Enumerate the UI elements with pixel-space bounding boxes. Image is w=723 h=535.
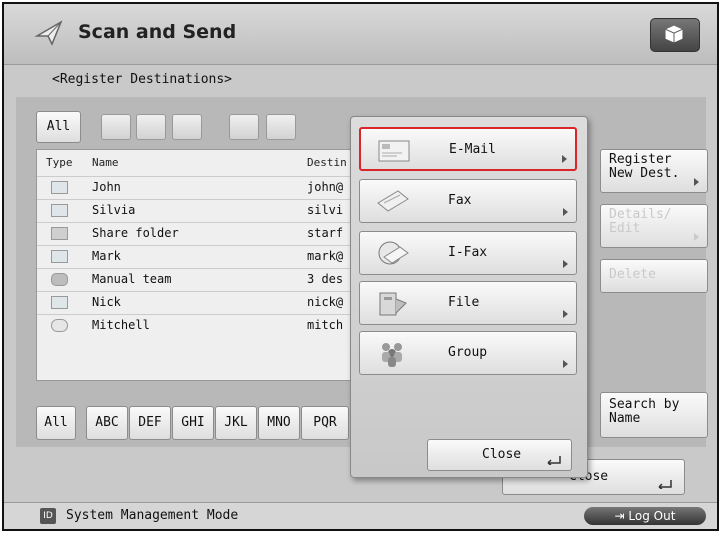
group-icon [51, 273, 68, 286]
filter-file-icon[interactable] [229, 114, 259, 140]
chevron-right-icon [694, 178, 699, 186]
main-menu-button[interactable] [650, 18, 700, 52]
status-bar: ID System Management Mode ⇥ Log Out [4, 502, 717, 529]
table-row[interactable]: Silvia silvi [37, 199, 355, 222]
send-icon [34, 20, 63, 46]
chevron-right-icon [563, 260, 568, 268]
alpha-tab-def[interactable]: DEF [129, 406, 171, 440]
column-type: Type [46, 156, 73, 169]
title-bar: Scan and Send [4, 4, 717, 65]
logout-button[interactable]: ⇥ Log Out [584, 507, 706, 525]
chevron-right-icon [562, 155, 567, 163]
filter-fax-icon[interactable] [136, 114, 166, 140]
email-icon [51, 296, 68, 309]
chevron-right-icon [694, 233, 699, 241]
email-icon [378, 140, 410, 162]
email-icon [51, 250, 68, 263]
filter-ifax-icon[interactable] [172, 114, 202, 140]
register-new-dest-button[interactable]: Register New Dest. [600, 149, 708, 193]
popup-fax-button[interactable]: Fax [359, 179, 577, 223]
alpha-tab-mno[interactable]: MNO [258, 406, 300, 440]
destination-type-popup: E-Mail Fax I-Fax File Group Close [350, 116, 588, 478]
alpha-tab-all[interactable]: All [36, 406, 76, 440]
popup-close-button[interactable]: Close [427, 439, 572, 471]
file-icon [51, 227, 68, 240]
file-icon [379, 292, 407, 316]
alpha-tab-pqr[interactable]: PQR [301, 406, 349, 440]
filter-group-icon[interactable] [266, 114, 296, 140]
logout-icon: ⇥ [614, 509, 629, 523]
table-row[interactable]: John john@ [37, 176, 355, 199]
table-row[interactable]: Manual team 3 des [37, 268, 355, 291]
chevron-right-icon [563, 208, 568, 216]
table-row[interactable]: Nick nick@ [37, 291, 355, 314]
table-row[interactable]: Share folder starf [37, 222, 355, 245]
chevron-right-icon [563, 310, 568, 318]
fax-icon [377, 190, 409, 212]
ifax-icon [378, 241, 409, 265]
enter-icon [547, 456, 561, 465]
cube-icon [665, 25, 683, 43]
column-name: Name [92, 156, 119, 169]
filter-all-button[interactable]: All [36, 111, 81, 143]
page-title: Scan and Send [78, 21, 237, 43]
group-icon [382, 343, 402, 367]
ifax-icon [51, 319, 68, 332]
app-window: Scan and Send <Register Destinations> Al… [2, 2, 719, 531]
breadcrumb: <Register Destinations> [52, 72, 233, 87]
popup-file-button[interactable]: File [359, 281, 577, 325]
id-icon: ID [40, 508, 56, 524]
details-edit-button[interactable]: Details/ Edit [600, 204, 708, 248]
popup-group-button[interactable]: Group [359, 331, 577, 375]
alpha-tab-abc[interactable]: ABC [86, 406, 128, 440]
email-icon [51, 204, 68, 217]
filter-email-icon[interactable] [101, 114, 131, 140]
mode-label: System Management Mode [66, 508, 239, 523]
email-icon [51, 181, 68, 194]
table-row[interactable]: Mitchell mitch [37, 314, 355, 337]
column-destination: Destin [307, 156, 347, 169]
chevron-right-icon [563, 360, 568, 368]
enter-icon [658, 480, 672, 489]
alpha-tab-ghi[interactable]: GHI [172, 406, 214, 440]
alpha-tab-jkl[interactable]: JKL [215, 406, 257, 440]
delete-button[interactable]: Delete [600, 259, 708, 293]
popup-email-button[interactable]: E-Mail [359, 127, 577, 171]
search-by-name-button[interactable]: Search by Name [600, 392, 708, 438]
popup-ifax-button[interactable]: I-Fax [359, 231, 577, 275]
table-row[interactable]: Mark mark@ [37, 245, 355, 268]
